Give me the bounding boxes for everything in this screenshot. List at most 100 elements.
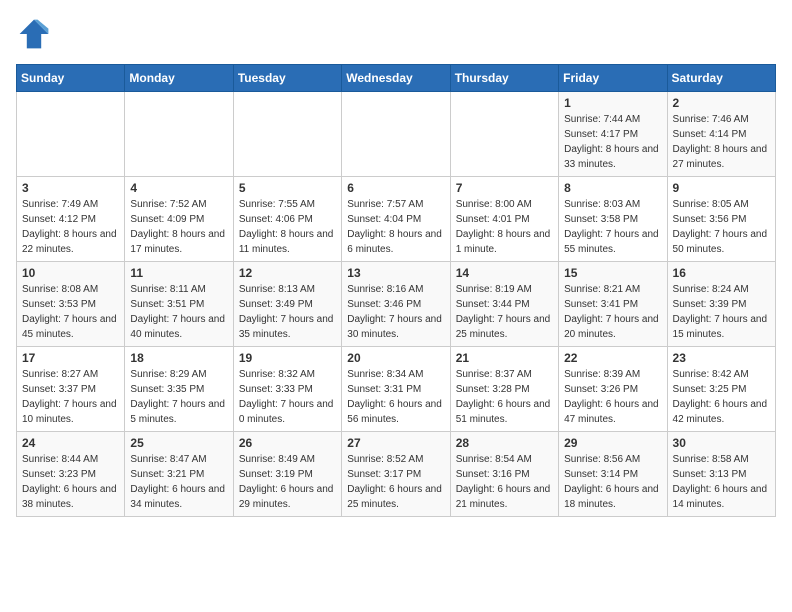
- day-info: Sunrise: 8:08 AMSunset: 3:53 PMDaylight:…: [22, 282, 119, 342]
- day-info: Sunrise: 7:46 AMSunset: 4:14 PMDaylight:…: [673, 112, 770, 172]
- calendar-cell: 3Sunrise: 7:49 AMSunset: 4:12 PMDaylight…: [17, 177, 125, 262]
- day-number: 10: [22, 266, 119, 280]
- day-number: 1: [564, 96, 661, 110]
- day-info: Sunrise: 8:21 AMSunset: 3:41 PMDaylight:…: [564, 282, 661, 342]
- weekday-header: Friday: [559, 65, 667, 92]
- weekday-header: Thursday: [450, 65, 558, 92]
- day-number: 26: [239, 436, 336, 450]
- weekday-header: Tuesday: [233, 65, 341, 92]
- calendar-cell: 30 Sunrise: 8:58 AMSunset: 3:13 PMDayligh…: [667, 432, 775, 517]
- calendar-cell: 1 Sunrise: 7:44 AMSunset: 4:17 PMDaylight…: [559, 92, 667, 177]
- day-info: Sunrise: 8:19 AMSunset: 3:44 PMDaylight:…: [456, 282, 553, 342]
- day-number: 25: [130, 436, 227, 450]
- calendar-week-row: 3Sunrise: 7:49 AMSunset: 4:12 PMDaylight…: [17, 177, 776, 262]
- day-info: Sunrise: 8:54 AMSunset: 3:16 PMDaylight:…: [456, 452, 553, 512]
- calendar-cell: 21 Sunrise: 8:37 AMSunset: 3:28 PMDayligh…: [450, 347, 558, 432]
- day-number: 22: [564, 351, 661, 365]
- day-info: Sunrise: 8:49 AMSunset: 3:19 PMDaylight:…: [239, 452, 336, 512]
- day-info: Sunrise: 8:42 AMSunset: 3:25 PMDaylight:…: [673, 367, 770, 427]
- day-info: Sunrise: 8:37 AMSunset: 3:28 PMDaylight:…: [456, 367, 553, 427]
- day-info: Sunrise: 8:29 AMSunset: 3:35 PMDaylight:…: [130, 367, 227, 427]
- day-info: Sunrise: 8:27 AMSunset: 3:37 PMDaylight:…: [22, 367, 119, 427]
- day-number: 17: [22, 351, 119, 365]
- calendar-cell: 16 Sunrise: 8:24 AMSunset: 3:39 PMDayligh…: [667, 262, 775, 347]
- day-info: Sunrise: 7:57 AMSunset: 4:04 PMDaylight:…: [347, 197, 444, 257]
- day-info: Sunrise: 8:16 AMSunset: 3:46 PMDaylight:…: [347, 282, 444, 342]
- day-number: 19: [239, 351, 336, 365]
- day-number: 5: [239, 181, 336, 195]
- logo: [16, 16, 58, 52]
- calendar-cell: 29 Sunrise: 8:56 AMSunset: 3:14 PMDayligh…: [559, 432, 667, 517]
- calendar-cell: 9Sunrise: 8:05 AMSunset: 3:56 PMDaylight…: [667, 177, 775, 262]
- calendar-cell: 26 Sunrise: 8:49 AMSunset: 3:19 PMDayligh…: [233, 432, 341, 517]
- calendar-cell: 2 Sunrise: 7:46 AMSunset: 4:14 PMDaylight…: [667, 92, 775, 177]
- day-number: 12: [239, 266, 336, 280]
- day-number: 14: [456, 266, 553, 280]
- day-info: Sunrise: 8:24 AMSunset: 3:39 PMDaylight:…: [673, 282, 770, 342]
- calendar-cell: [342, 92, 450, 177]
- day-number: 2: [673, 96, 770, 110]
- calendar-week-row: 24 Sunrise: 8:44 AMSunset: 3:23 PMDayligh…: [17, 432, 776, 517]
- calendar-cell: 17 Sunrise: 8:27 AMSunset: 3:37 PMDayligh…: [17, 347, 125, 432]
- logo-icon: [16, 16, 52, 52]
- day-number: 13: [347, 266, 444, 280]
- calendar-cell: 23 Sunrise: 8:42 AMSunset: 3:25 PMDayligh…: [667, 347, 775, 432]
- day-info: Sunrise: 7:44 AMSunset: 4:17 PMDaylight:…: [564, 112, 661, 172]
- calendar-cell: 19Sunrise: 8:32 AMSunset: 3:33 PMDayligh…: [233, 347, 341, 432]
- calendar-cell: 5 Sunrise: 7:55 AMSunset: 4:06 PMDaylight…: [233, 177, 341, 262]
- day-number: 23: [673, 351, 770, 365]
- day-number: 20: [347, 351, 444, 365]
- day-number: 27: [347, 436, 444, 450]
- calendar-table: SundayMondayTuesdayWednesdayThursdayFrid…: [16, 64, 776, 517]
- calendar-cell: [233, 92, 341, 177]
- day-number: 11: [130, 266, 227, 280]
- weekday-header: Sunday: [17, 65, 125, 92]
- day-number: 3: [22, 181, 119, 195]
- day-number: 24: [22, 436, 119, 450]
- day-number: 8: [564, 181, 661, 195]
- calendar-cell: 28 Sunrise: 8:54 AMSunset: 3:16 PMDayligh…: [450, 432, 558, 517]
- calendar-cell: 8 Sunrise: 8:03 AMSunset: 3:58 PMDaylight…: [559, 177, 667, 262]
- day-number: 18: [130, 351, 227, 365]
- day-info: Sunrise: 8:03 AMSunset: 3:58 PMDaylight:…: [564, 197, 661, 257]
- calendar-cell: [17, 92, 125, 177]
- day-info: Sunrise: 8:39 AMSunset: 3:26 PMDaylight:…: [564, 367, 661, 427]
- day-number: 30: [673, 436, 770, 450]
- calendar-week-row: 17 Sunrise: 8:27 AMSunset: 3:37 PMDayligh…: [17, 347, 776, 432]
- day-info: Sunrise: 8:58 AMSunset: 3:13 PMDaylight:…: [673, 452, 770, 512]
- day-info: Sunrise: 8:56 AMSunset: 3:14 PMDaylight:…: [564, 452, 661, 512]
- day-number: 6: [347, 181, 444, 195]
- day-number: 29: [564, 436, 661, 450]
- day-info: Sunrise: 7:55 AMSunset: 4:06 PMDaylight:…: [239, 197, 336, 257]
- day-number: 15: [564, 266, 661, 280]
- calendar-cell: 13 Sunrise: 8:16 AMSunset: 3:46 PMDayligh…: [342, 262, 450, 347]
- day-number: 21: [456, 351, 553, 365]
- day-info: Sunrise: 8:34 AMSunset: 3:31 PMDaylight:…: [347, 367, 444, 427]
- calendar-cell: 10 Sunrise: 8:08 AMSunset: 3:53 PMDayligh…: [17, 262, 125, 347]
- day-info: Sunrise: 8:44 AMSunset: 3:23 PMDaylight:…: [22, 452, 119, 512]
- calendar-cell: 12 Sunrise: 8:13 AMSunset: 3:49 PMDayligh…: [233, 262, 341, 347]
- day-info: Sunrise: 8:13 AMSunset: 3:49 PMDaylight:…: [239, 282, 336, 342]
- calendar-week-row: 1 Sunrise: 7:44 AMSunset: 4:17 PMDaylight…: [17, 92, 776, 177]
- calendar-cell: 27 Sunrise: 8:52 AMSunset: 3:17 PMDayligh…: [342, 432, 450, 517]
- day-number: 7: [456, 181, 553, 195]
- day-info: Sunrise: 8:00 AMSunset: 4:01 PMDaylight:…: [456, 197, 553, 257]
- calendar-cell: 24 Sunrise: 8:44 AMSunset: 3:23 PMDayligh…: [17, 432, 125, 517]
- calendar-cell: 6 Sunrise: 7:57 AMSunset: 4:04 PMDaylight…: [342, 177, 450, 262]
- calendar-cell: 4 Sunrise: 7:52 AMSunset: 4:09 PMDaylight…: [125, 177, 233, 262]
- calendar-cell: 15 Sunrise: 8:21 AMSunset: 3:41 PMDayligh…: [559, 262, 667, 347]
- calendar-cell: [450, 92, 558, 177]
- day-number: 4: [130, 181, 227, 195]
- calendar-cell: 20 Sunrise: 8:34 AMSunset: 3:31 PMDayligh…: [342, 347, 450, 432]
- day-number: 28: [456, 436, 553, 450]
- calendar-cell: 7 Sunrise: 8:00 AMSunset: 4:01 PMDaylight…: [450, 177, 558, 262]
- day-number: 9: [673, 181, 770, 195]
- weekday-header: Monday: [125, 65, 233, 92]
- page-header: [16, 16, 776, 52]
- day-number: 16: [673, 266, 770, 280]
- calendar-cell: 22 Sunrise: 8:39 AMSunset: 3:26 PMDayligh…: [559, 347, 667, 432]
- calendar-cell: [125, 92, 233, 177]
- day-info: Sunrise: 8:52 AMSunset: 3:17 PMDaylight:…: [347, 452, 444, 512]
- day-info: Sunrise: 7:52 AMSunset: 4:09 PMDaylight:…: [130, 197, 227, 257]
- calendar-cell: 11Sunrise: 8:11 AMSunset: 3:51 PMDayligh…: [125, 262, 233, 347]
